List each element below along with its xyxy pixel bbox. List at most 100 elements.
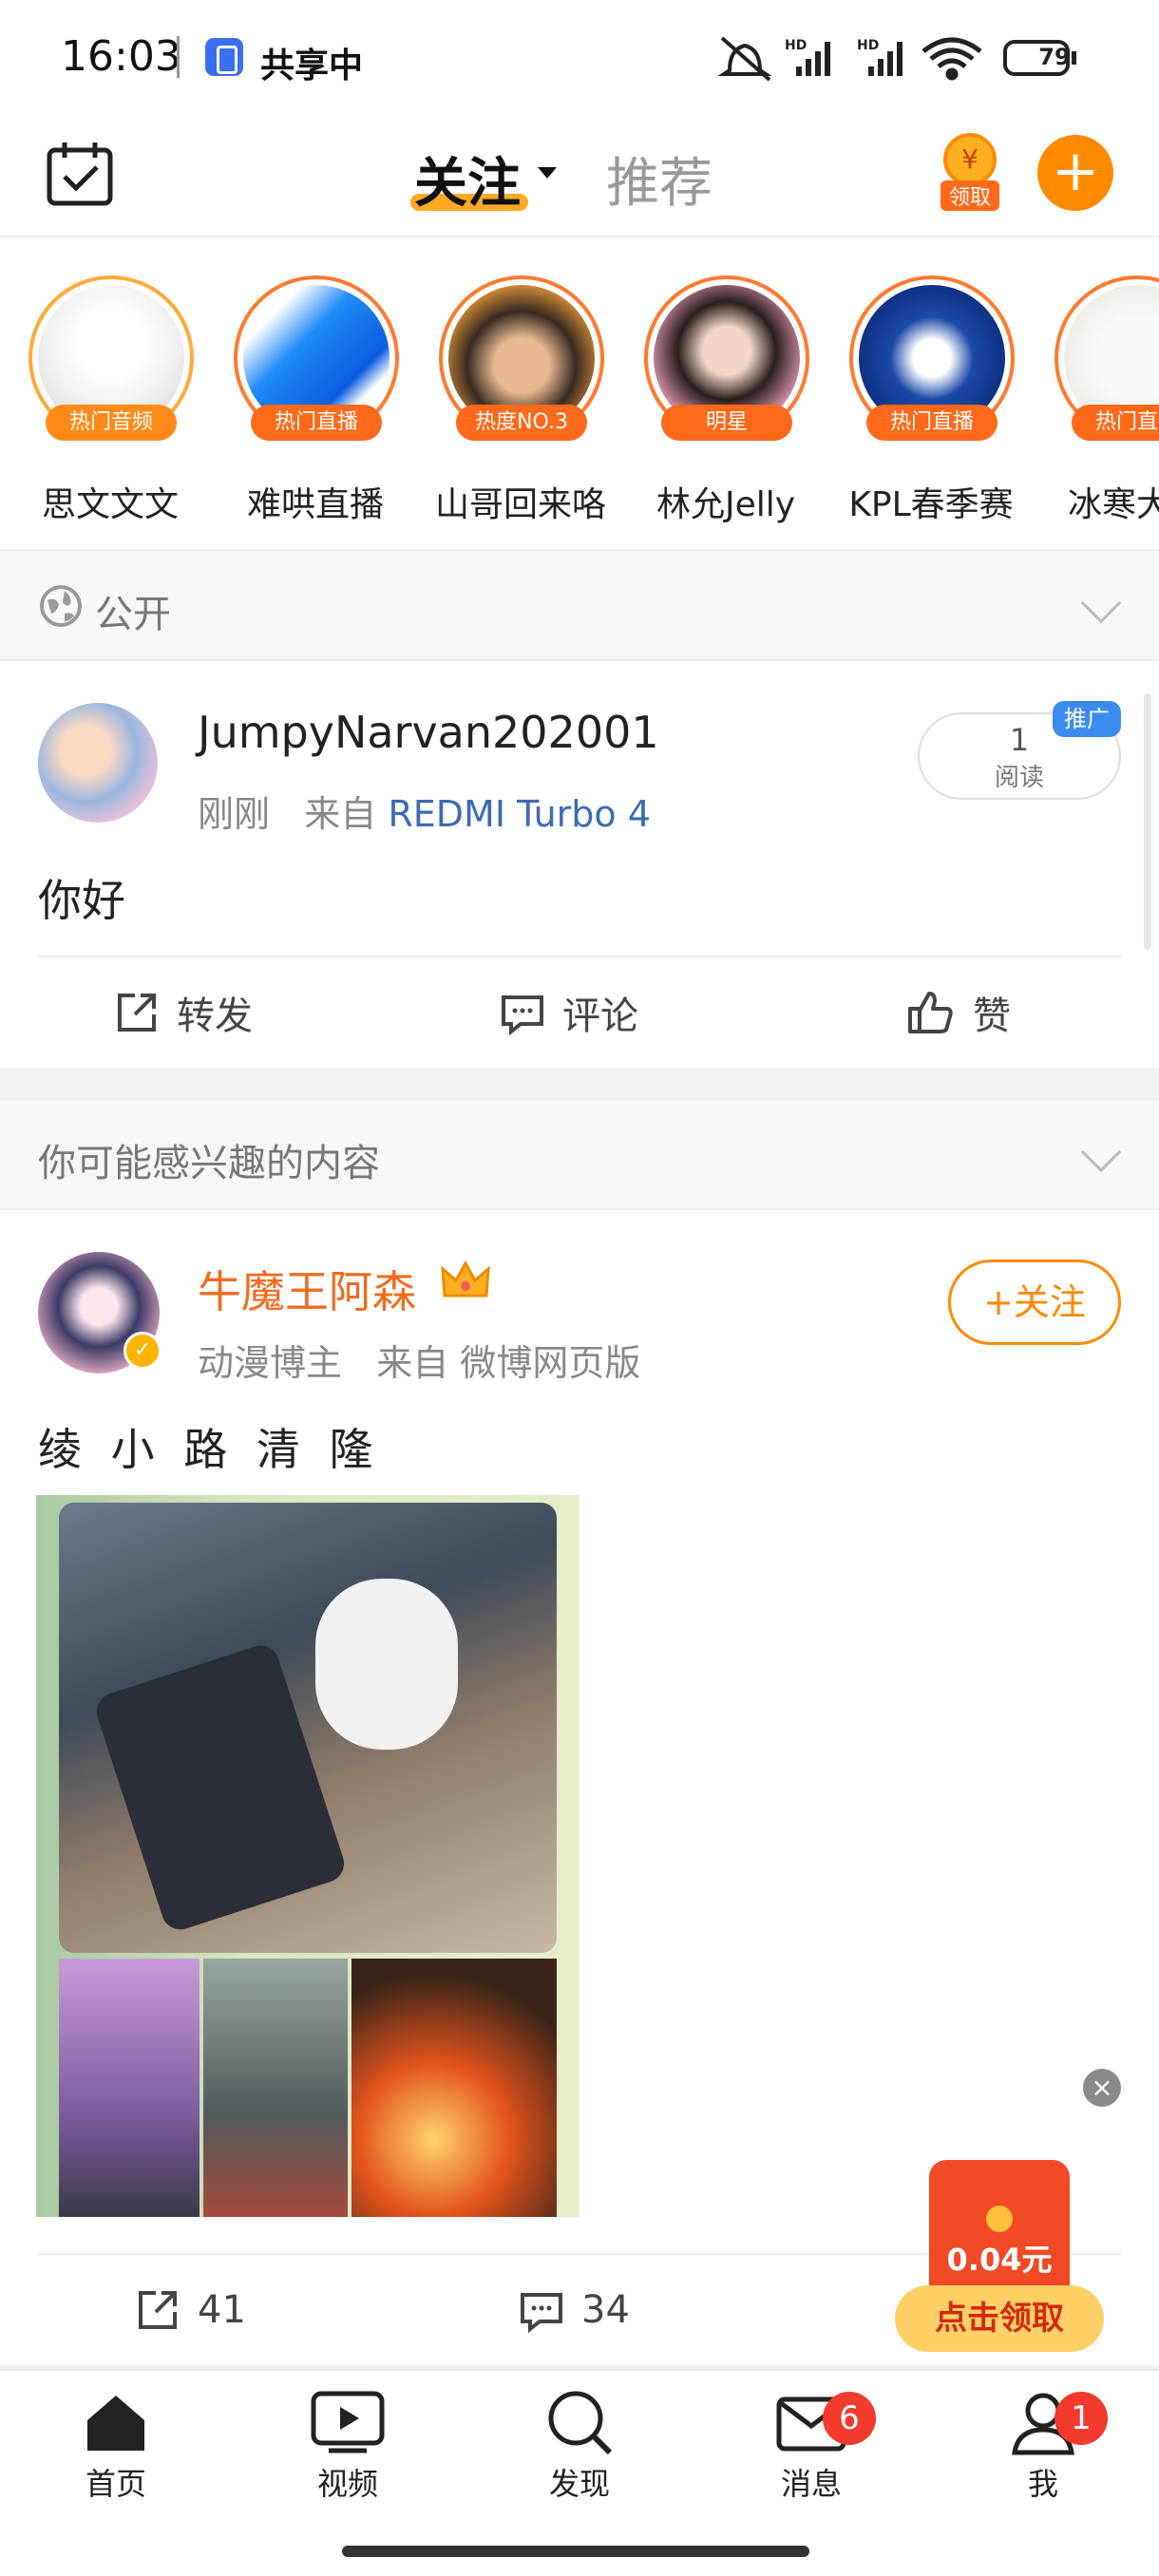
story-item[interactable]: 热门直播 冰寒大玩 [1034,275,1159,532]
post-actions: 转发 评论 赞 [0,957,1159,1068]
coin-icon: ¥ [943,133,997,186]
post-device-link[interactable]: REDMI Turbo 4 [388,793,651,835]
comment-label: 评论 [562,994,638,1038]
tab-follow[interactable]: 关注 [414,141,521,218]
tab-recommend[interactable]: 推荐 [606,141,712,218]
nav-label: 发现 [548,2466,610,2502]
status-time: 16:03 [61,32,181,81]
like-label: 赞 [973,994,1011,1038]
reward-coin-button[interactable]: ¥ 领取 [940,133,999,217]
story-item[interactable]: 热门音频 思文文文 [8,275,213,532]
visibility-bar[interactable]: 公开 [0,549,1159,661]
story-name: 山哥回来咯 [434,485,606,524]
nav-label: 消息 [780,2466,842,2502]
comment-button[interactable]: 评论 [500,957,638,1068]
like-button[interactable]: 赞 [906,957,1011,1068]
nav-label: 视频 [316,2466,378,2502]
mute-bell-icon [717,36,772,82]
post-username[interactable]: JumpyNarvan202001 [198,707,659,758]
comment-icon [502,995,543,1035]
phone-shape [91,1640,350,1935]
post-from-label: 来自 [376,1342,449,1384]
story-badge: 热门直播 [866,405,998,441]
story-badge: 明星 [661,405,792,441]
post-image-thumb[interactable] [59,1959,200,2217]
post-image-thumb[interactable] [352,1959,557,2217]
author-role: 动漫博主 [198,1342,343,1384]
search-icon [548,2391,613,2455]
home-icon [87,2396,144,2451]
share-status-label: 共享中 [260,47,364,85]
interest-section-bar[interactable]: 你可能感兴趣的内容 [0,1098,1159,1210]
post-author-avatar[interactable] [38,703,158,823]
read-label: 阅读 [994,764,1044,792]
tab-dropdown-caret-icon[interactable] [538,167,557,179]
story-badge: 热门音频 [46,405,177,441]
claim-button[interactable]: 点击领取 [895,2285,1104,2352]
me-badge: 1 [1054,2392,1108,2445]
post-content: 你好 [38,875,125,926]
red-packet-seal-icon [986,2206,1013,2232]
signal-icon-1: HD [785,38,830,76]
story-name: 冰寒大玩 [1067,485,1159,524]
story-item[interactable]: 明星 林允Jelly [623,275,828,532]
thumbs-up-icon [908,992,953,1033]
repost-icon [118,994,156,1032]
post-content: 绫 小 路 清 隆 [38,1424,381,1475]
screen-share-icon [205,38,243,76]
red-packet-widget[interactable]: 0.04元 [929,2160,1070,2302]
story-badge: 热度NO.3 [456,405,587,441]
calendar-check-icon[interactable] [46,139,114,207]
promote-badge[interactable]: 推广 [1053,701,1121,737]
coin-label: 领取 [940,180,999,211]
repost-icon [139,2291,177,2329]
visibility-label: 公开 [95,593,171,636]
repost-label: 转发 [177,994,253,1038]
interest-section-label: 你可能感兴趣的内容 [38,1142,380,1185]
top-header: 关注 推荐 ¥ 领取 + [0,114,1159,237]
post-image-thumb[interactable] [203,1959,348,2217]
messages-badge: 6 [823,2392,876,2445]
nav-label: 首页 [85,2466,146,2502]
svg-text:HD: HD [785,38,807,53]
story-name: KPL春季赛 [848,485,1014,524]
scrollbar[interactable] [1144,693,1151,950]
story-name: 难哄直播 [246,485,384,524]
post-image-main[interactable] [59,1503,557,1953]
story-item[interactable]: 热门直播 KPL春季赛 [828,275,1034,532]
story-name: 思文文文 [41,485,179,524]
wifi-icon [922,37,982,81]
nav-item-discover[interactable]: 发现 [504,2388,656,2502]
status-bar: 16:03 共享中 HD HD 79 [0,0,1159,114]
nav-item-messages[interactable]: 消息 6 [735,2388,887,2502]
comment-button[interactable]: 34 [519,2255,630,2365]
home-indicator[interactable] [342,2546,809,2557]
nav-item-me[interactable]: 我 1 [967,2388,1119,2502]
comment-count: 34 [581,2288,630,2332]
close-icon[interactable]: × [1083,2069,1121,2107]
story-badge: 热门直播 [251,405,382,441]
repost-count: 41 [198,2288,246,2332]
signal-icon-2: HD [857,38,902,76]
stories-row: 热门音频 思文文文 热门直播 难哄直播 热度NO.3 山哥回来咯 明星 林允Je… [0,237,1159,549]
repost-button[interactable]: 转发 [114,957,253,1068]
chevron-down-icon[interactable] [1080,582,1122,624]
svg-text:HD: HD [857,38,879,53]
post-source: 微博网页版 [460,1342,641,1384]
nav-item-home[interactable]: 首页 [40,2388,192,2502]
story-item[interactable]: 热门直播 难哄直播 [213,275,418,532]
repost-button[interactable]: 41 [135,2255,246,2365]
post-meta: 动漫博主 来自 微博网页版 [198,1334,640,1386]
section-gap [0,1068,1159,1100]
nav-item-video[interactable]: 视频 [272,2388,424,2502]
nav-label: 我 [1027,2466,1058,2502]
post-time: 刚刚 [198,793,271,835]
story-item[interactable]: 热度NO.3 山哥回来咯 [418,275,623,532]
video-play-icon [311,2391,385,2453]
chevron-down-icon[interactable] [1080,1131,1122,1173]
post-username[interactable]: 牛魔王阿森 [198,1258,416,1320]
follow-button[interactable]: +关注 [948,1260,1121,1345]
camera-shape [315,1579,458,1750]
add-post-button[interactable]: + [1037,135,1113,211]
globe-icon [40,585,82,627]
